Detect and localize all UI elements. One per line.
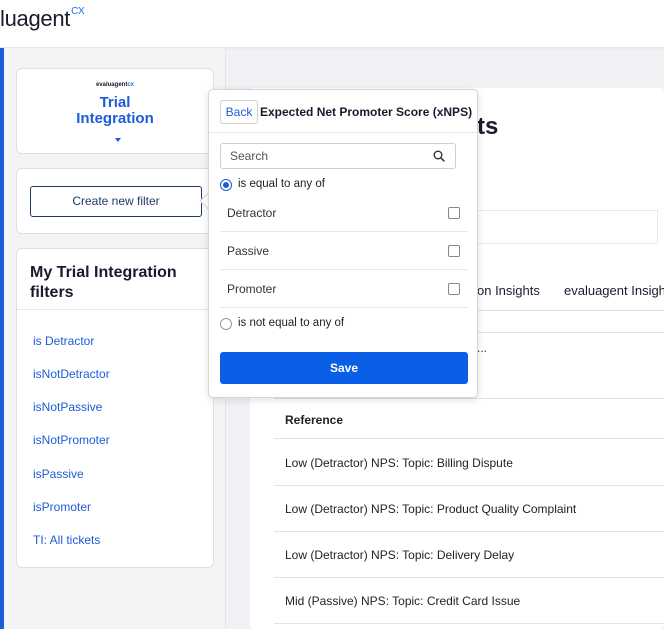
option-checkbox-detractor[interactable] bbox=[448, 207, 460, 219]
filter-link[interactable]: isPassive bbox=[33, 467, 84, 481]
create-filter-card: Create new filter bbox=[16, 168, 214, 234]
search-input[interactable] bbox=[221, 144, 427, 168]
tabs-divider bbox=[470, 310, 664, 311]
filters-divider bbox=[17, 309, 213, 310]
filter-link[interactable]: isNotPassive bbox=[33, 400, 102, 414]
search-icon[interactable] bbox=[433, 150, 445, 162]
option-label[interactable]: Passive bbox=[227, 244, 269, 258]
option-divider bbox=[220, 307, 468, 308]
page-heading: ts bbox=[477, 113, 499, 140]
table-divider bbox=[274, 623, 664, 624]
option-divider bbox=[220, 269, 468, 270]
workspace-name: Trial Integration bbox=[76, 94, 154, 127]
workspace-selector[interactable]: evaluagentcx Trial Integration bbox=[16, 68, 214, 154]
search-box bbox=[220, 143, 456, 169]
option-checkbox-promoter[interactable] bbox=[448, 283, 460, 295]
table-divider bbox=[274, 485, 664, 486]
filters-list-title: My Trial Integration filters bbox=[30, 264, 177, 301]
back-button[interactable]: Back bbox=[220, 100, 258, 124]
filter-link[interactable]: isNotPromoter bbox=[33, 433, 110, 447]
filter-popover: Back Expected Net Promoter Score (xNPS) … bbox=[208, 89, 478, 398]
option-label[interactable]: Promoter bbox=[227, 282, 276, 296]
table-divider bbox=[274, 531, 664, 532]
main-text-field[interactable] bbox=[460, 210, 658, 244]
table-header-reference: Reference bbox=[285, 413, 344, 427]
radio-not-equal-to-any[interactable] bbox=[220, 318, 232, 330]
logo-suffix: CX bbox=[71, 5, 85, 17]
table-row[interactable]: Low (Detractor) NPS: Topic: Billing Disp… bbox=[285, 456, 513, 470]
table-divider bbox=[274, 398, 664, 399]
app-logo[interactable]: luagentCX bbox=[0, 5, 85, 32]
radio-not-equal-label[interactable]: is not equal to any of bbox=[238, 317, 344, 329]
top-bar: luagentCX bbox=[0, 0, 664, 48]
my-filters-card: My Trial Integration filters is Detracto… bbox=[16, 248, 214, 568]
table-row[interactable]: Low (Detractor) NPS: Topic: Product Qual… bbox=[285, 502, 576, 516]
filter-link[interactable]: is Detractor bbox=[33, 334, 94, 348]
logo-text: luagent bbox=[0, 6, 71, 31]
option-checkbox-passive[interactable] bbox=[448, 245, 460, 257]
create-new-filter-button[interactable]: Create new filter bbox=[30, 186, 202, 217]
popover-title: Expected Net Promoter Score (xNPS) bbox=[260, 105, 473, 119]
table-divider bbox=[274, 577, 664, 578]
table-row[interactable]: Mid (Passive) NPS: Topic: Credit Card Is… bbox=[285, 594, 520, 608]
brand-mini-logo: evaluagentcx bbox=[95, 82, 135, 88]
tab-insights[interactable]: on Insights bbox=[477, 283, 540, 298]
filter-link[interactable]: TI: All tickets bbox=[33, 533, 100, 547]
radio-equal-to-any[interactable] bbox=[220, 179, 232, 191]
sidebar: evaluagentcx Trial Integration Create ne… bbox=[4, 48, 226, 629]
filter-link[interactable]: isPromoter bbox=[33, 500, 91, 514]
radio-equal-label[interactable]: is equal to any of bbox=[238, 178, 325, 190]
filter-link[interactable]: isNotDetractor bbox=[33, 367, 110, 381]
tab-evaluagent-insights[interactable]: evaluagent Insigh bbox=[564, 283, 664, 298]
popover-divider bbox=[209, 132, 477, 133]
option-divider bbox=[220, 231, 468, 232]
table-divider bbox=[274, 438, 664, 439]
truncated-value: ... bbox=[477, 341, 488, 355]
table-row[interactable]: Low (Detractor) NPS: Topic: Delivery Del… bbox=[285, 548, 514, 562]
save-button[interactable]: Save bbox=[220, 352, 468, 384]
caret-down-icon[interactable] bbox=[115, 138, 121, 142]
option-label[interactable]: Detractor bbox=[227, 206, 276, 220]
